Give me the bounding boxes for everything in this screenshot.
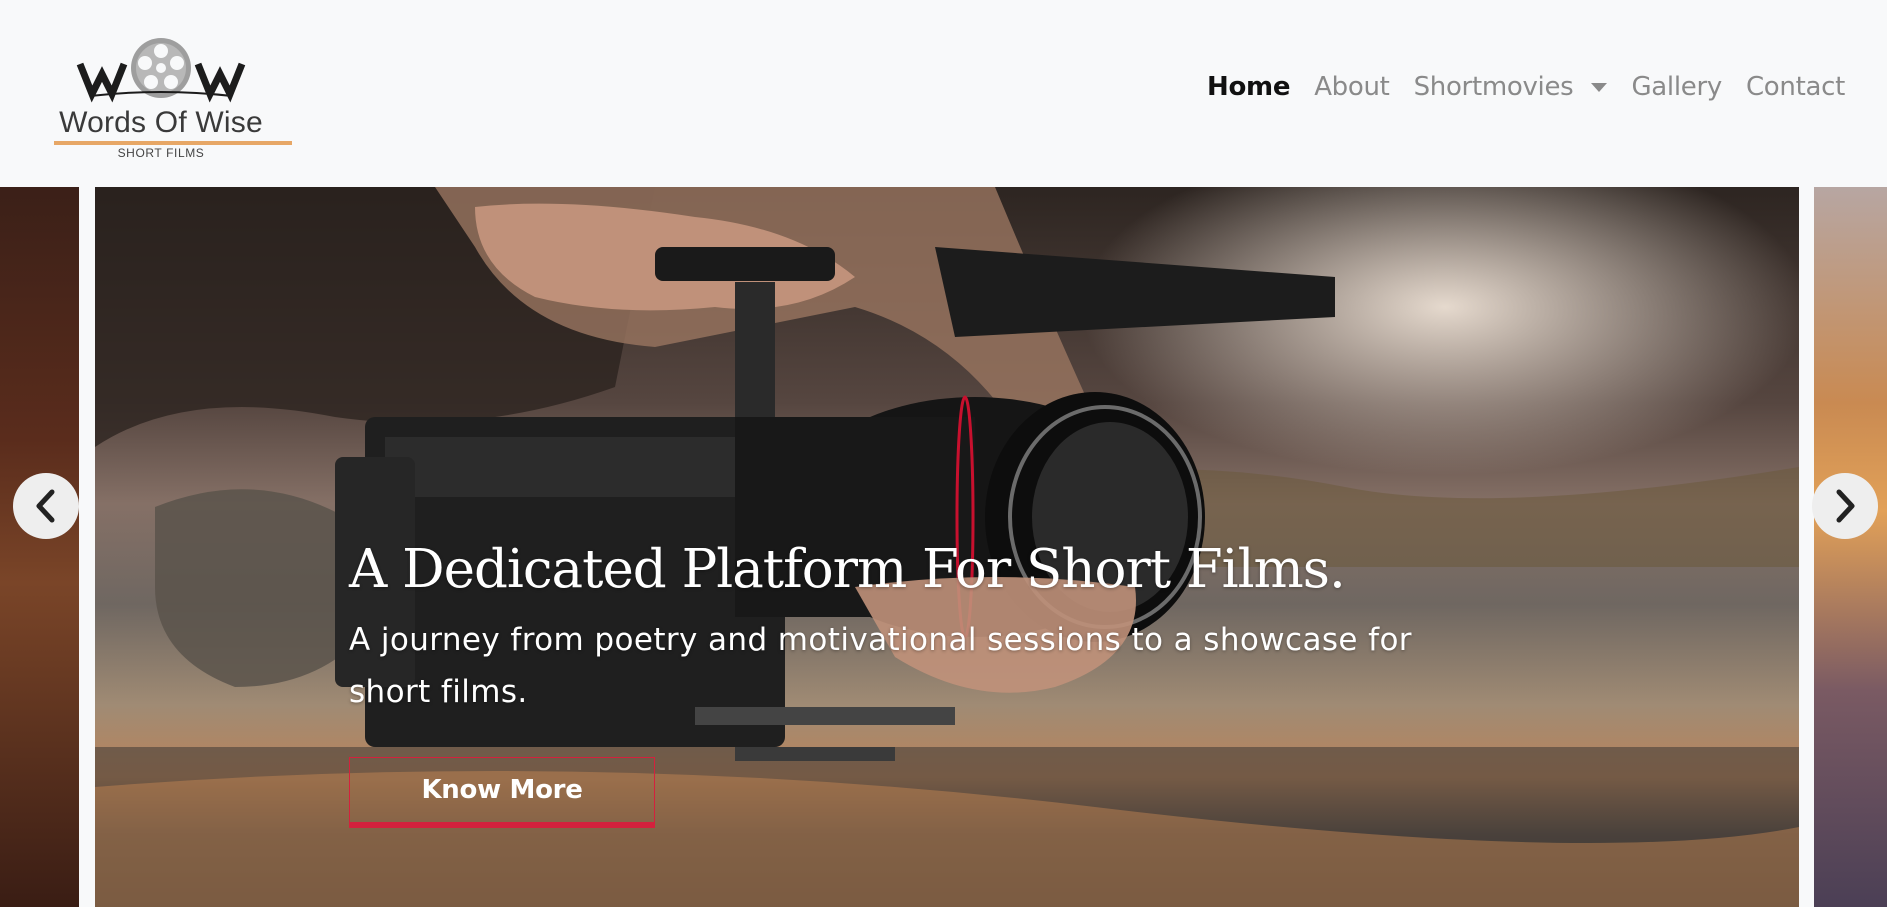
brand-logo-link[interactable]: Words Of Wise SHORT FILMS bbox=[30, 34, 292, 164]
nav-link-home[interactable]: Home bbox=[1195, 68, 1302, 106]
caret-down-icon bbox=[1591, 82, 1608, 92]
nav-item-gallery: Gallery bbox=[1619, 68, 1734, 106]
film-reel-icon bbox=[76, 38, 246, 103]
carousel-next-button[interactable] bbox=[1812, 473, 1878, 539]
nav-link-shortmovies-label: Shortmovies bbox=[1413, 72, 1574, 102]
hero-carousel: A Dedicated Platform For Short Films. A … bbox=[0, 187, 1887, 907]
carousel-prev-button[interactable] bbox=[13, 473, 79, 539]
hero-title: A Dedicated Platform For Short Films. bbox=[349, 539, 1346, 600]
hero-caption: A Dedicated Platform For Short Films. A … bbox=[349, 539, 1549, 718]
nav-item-home: Home bbox=[1195, 68, 1302, 106]
nav-link-contact[interactable]: Contact bbox=[1734, 68, 1857, 106]
chevron-right-icon bbox=[1836, 489, 1855, 523]
brand-name: Words Of Wise bbox=[59, 106, 263, 139]
chevron-left-icon bbox=[36, 489, 55, 523]
navbar: Words Of Wise SHORT FILMS Home About Sho… bbox=[0, 0, 1887, 187]
nav-item-contact: Contact bbox=[1734, 68, 1857, 106]
brand-underline bbox=[54, 141, 292, 145]
nav-link-gallery[interactable]: Gallery bbox=[1619, 68, 1734, 106]
nav-link-about[interactable]: About bbox=[1302, 68, 1401, 106]
hero-slide-image: A Dedicated Platform For Short Films. A … bbox=[95, 187, 1799, 907]
hero-subtitle: A journey from poetry and motivational s… bbox=[349, 622, 1412, 710]
previous-slide-peek bbox=[0, 187, 79, 907]
know-more-button[interactable]: Know More bbox=[349, 757, 655, 828]
brand-subtitle: SHORT FILMS bbox=[117, 146, 205, 160]
nav-item-about: About bbox=[1302, 68, 1401, 106]
next-slide-peek bbox=[1814, 187, 1887, 907]
nav-item-shortmovies: Shortmovies bbox=[1402, 68, 1620, 106]
main-nav: Home About Shortmovies Gallery Contact bbox=[1195, 68, 1857, 106]
nav-link-shortmovies-dropdown[interactable]: Shortmovies bbox=[1402, 68, 1620, 106]
